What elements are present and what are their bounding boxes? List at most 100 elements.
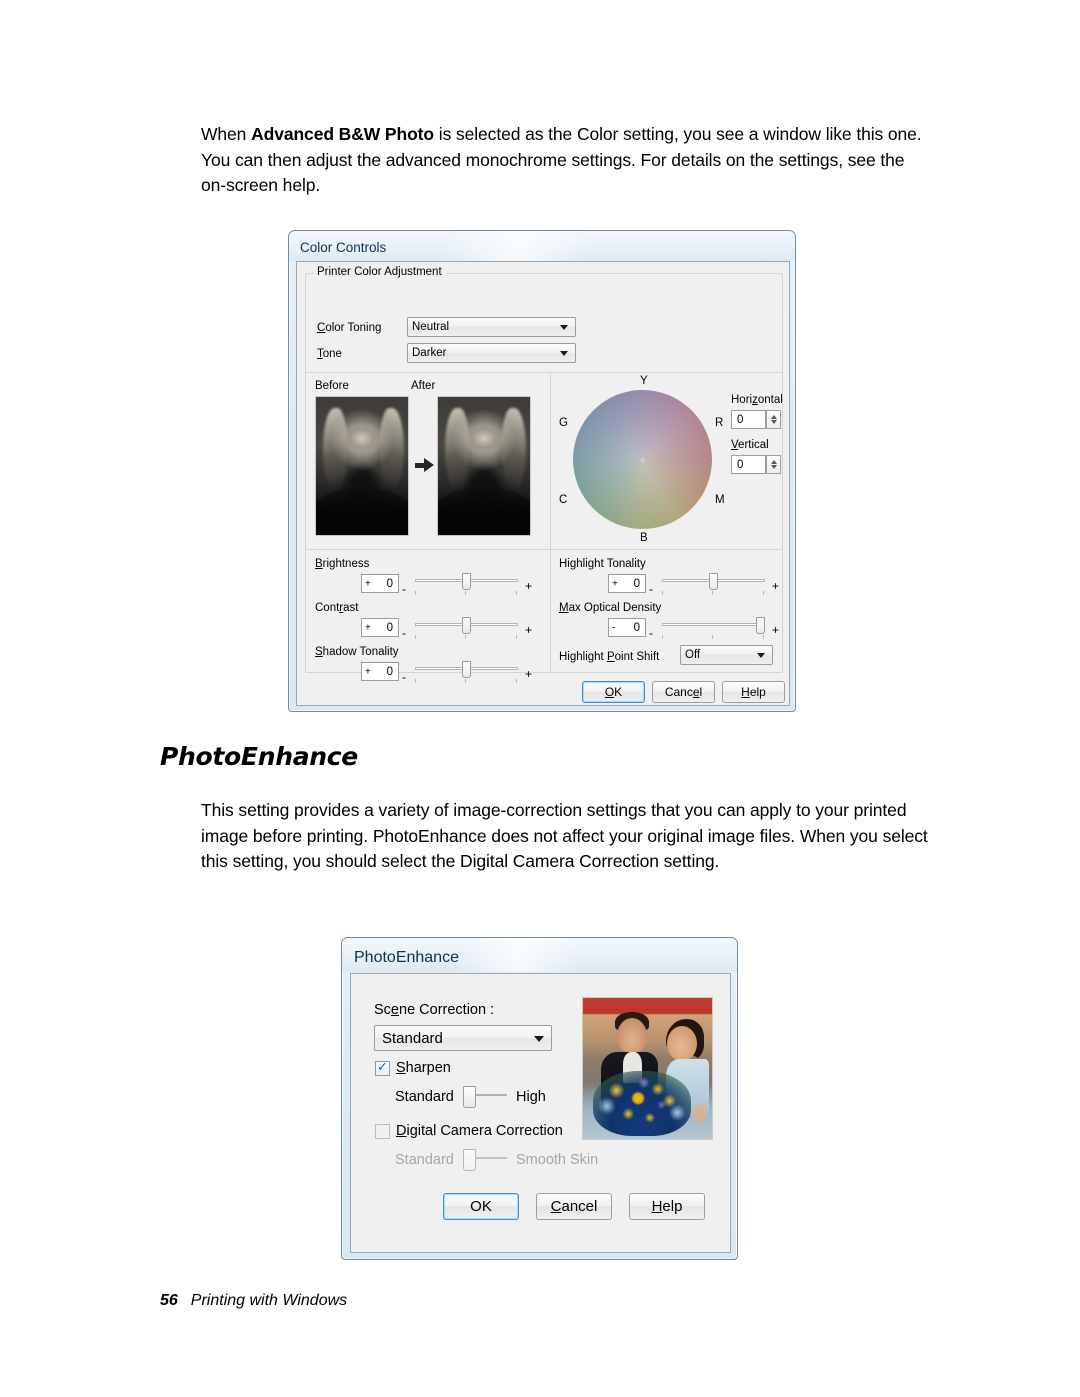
divider-preview-wheel <box>550 372 551 549</box>
slider-tick <box>712 635 713 639</box>
slider-thumb[interactable] <box>462 573 471 590</box>
brightness-plus-sign: + <box>525 579 533 593</box>
printer-color-adjustment-caption: Printer Color Adjustment <box>313 266 446 278</box>
tone-combo[interactable]: Darker <box>407 343 576 363</box>
sharpen-checkbox[interactable]: ✓ <box>375 1059 390 1076</box>
color-controls-help-button[interactable]: Help <box>722 681 785 703</box>
spinner-down-icon[interactable] <box>770 465 777 469</box>
slider-thumb[interactable] <box>463 1149 476 1171</box>
slider-thumb[interactable] <box>463 1086 476 1108</box>
max-optical-density-input[interactable]: - 0 <box>608 618 646 637</box>
checkmark-icon: ✓ <box>377 1059 388 1074</box>
photoenhance-paragraph: This setting provides a variety of image… <box>201 800 928 871</box>
man-face <box>616 1017 648 1055</box>
photoenhance-title: PhotoEnhance <box>354 949 459 966</box>
max-optical-density-slider[interactable] <box>662 617 765 639</box>
cancel-button-label: Cancel <box>550 1198 598 1215</box>
horizontal-spinner-buttons[interactable] <box>766 410 781 429</box>
brightness-minus-sign: - <box>402 582 406 596</box>
brightness-input[interactable]: + 0 <box>361 574 399 593</box>
max-optical-density-minus-sign: - <box>649 626 653 640</box>
spinner-up-icon[interactable] <box>770 460 777 464</box>
divider-above-sliders <box>306 549 782 550</box>
slider-tick <box>516 679 517 683</box>
dcc-min-label: Standard <box>395 1152 454 1168</box>
tone-value: Darker <box>412 347 447 359</box>
transform-arrow-icon <box>424 458 434 472</box>
shadow-tonality-input[interactable]: + 0 <box>361 662 399 681</box>
page-footer: 56 Printing with Windows <box>160 1292 347 1310</box>
intro-text-part1: When <box>201 124 252 144</box>
slider-tick <box>516 591 517 595</box>
horizontal-label: Horizontal <box>731 394 783 406</box>
slider-thumb[interactable] <box>756 617 765 634</box>
slider-tick <box>465 679 466 683</box>
spinner-up-icon[interactable] <box>770 415 777 419</box>
vertical-label: Vertical <box>731 439 769 451</box>
max-optical-density-value: 0 <box>633 621 640 634</box>
wheel-label-c: C <box>559 494 568 506</box>
intro-paragraph: When Advanced B&W Photo is selected as t… <box>201 122 931 199</box>
scene-correction-combo[interactable]: Standard <box>374 1025 552 1051</box>
color-controls-ok-button[interactable]: OK <box>582 681 645 703</box>
slider-tick <box>763 591 764 595</box>
shadow-tonality-sign: + <box>365 666 371 677</box>
slider-tick <box>712 591 713 595</box>
horizontal-input[interactable]: 0 <box>731 410 766 429</box>
color-controls-client-area: Printer Color Adjustment Color Toning Ne… <box>296 261 790 706</box>
max-optical-density-sign: - <box>612 622 616 633</box>
hair-left <box>323 408 348 491</box>
photoenhance-preview-image <box>582 997 713 1140</box>
dcc-max-label: Smooth Skin <box>516 1152 599 1168</box>
wheel-label-r: R <box>715 417 724 429</box>
color-controls-title: Color Controls <box>300 240 387 255</box>
ok-button-label: OK <box>470 1198 492 1215</box>
contrast-minus-sign: - <box>402 626 406 640</box>
dcc-slider[interactable] <box>463 1149 507 1171</box>
footer-page-number: 56 <box>160 1292 178 1309</box>
shoulder <box>438 488 530 535</box>
color-toning-combo[interactable]: Neutral <box>407 317 576 337</box>
highlight-tonality-value: 0 <box>633 577 640 590</box>
ok-button-label: OK <box>604 685 623 699</box>
highlight-tonality-input[interactable]: + 0 <box>608 574 646 593</box>
photoenhance-ok-button[interactable]: OK <box>443 1193 519 1220</box>
digital-camera-correction-label: Digital Camera Correction <box>396 1123 563 1139</box>
shadow-tonality-slider[interactable] <box>415 661 518 683</box>
sharpen-min-label: Standard <box>395 1089 454 1105</box>
sharpen-max-label: High <box>516 1089 546 1105</box>
slider-thumb[interactable] <box>462 617 471 634</box>
color-controls-cancel-button[interactable]: Cancel <box>652 681 715 703</box>
wheel-label-y: Y <box>640 375 648 387</box>
contrast-slider[interactable] <box>415 617 518 639</box>
hair-right <box>502 408 527 491</box>
spinner-down-icon[interactable] <box>770 420 777 424</box>
vertical-value: 0 <box>737 458 744 471</box>
brightness-slider[interactable] <box>415 573 518 595</box>
sharpen-slider[interactable] <box>463 1086 507 1108</box>
chevron-down-icon <box>560 325 568 330</box>
slider-thumb[interactable] <box>462 661 471 678</box>
photoenhance-heading: PhotoEnhance <box>160 742 358 771</box>
after-preview-image <box>437 396 531 536</box>
brightness-sign: + <box>365 578 371 589</box>
contrast-input[interactable]: + 0 <box>361 618 399 637</box>
after-label: After <box>411 380 436 392</box>
intro-text-bold: Advanced B&W Photo <box>251 124 435 144</box>
color-wheel-center-marker: + <box>639 453 647 467</box>
digital-camera-correction-checkbox[interactable] <box>375 1124 390 1139</box>
divider-sliders <box>550 549 551 673</box>
slider-thumb[interactable] <box>709 573 718 590</box>
vertical-input[interactable]: 0 <box>731 455 766 474</box>
highlight-tonality-slider[interactable] <box>662 573 765 595</box>
photoenhance-help-button[interactable]: Help <box>629 1193 705 1220</box>
contrast-label: Contrast <box>315 602 359 614</box>
color-toning-label: Color Toning <box>317 322 382 334</box>
transform-arrow-stem <box>415 463 424 468</box>
photoenhance-cancel-button[interactable]: Cancel <box>536 1193 612 1220</box>
sharpen-label: Sharpen <box>396 1060 451 1076</box>
slider-tick <box>662 591 663 595</box>
help-button-label: Help <box>651 1198 683 1215</box>
highlight-point-shift-combo[interactable]: Off <box>680 645 773 665</box>
vertical-spinner-buttons[interactable] <box>766 455 781 474</box>
